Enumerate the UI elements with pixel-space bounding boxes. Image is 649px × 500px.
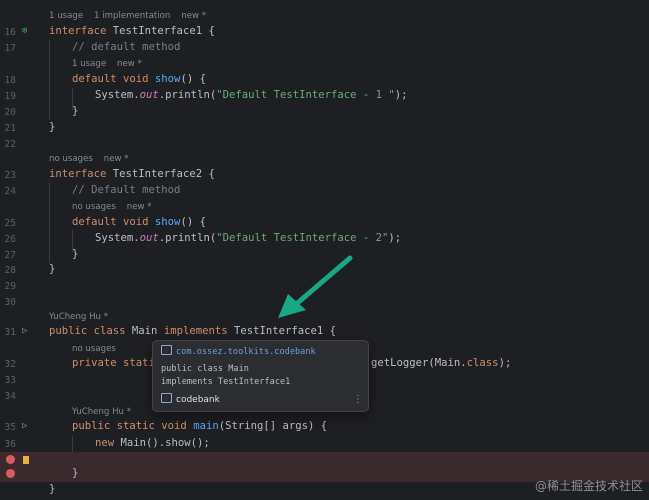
quick-doc-popup[interactable]: com.ossez.toolkits.codebank public class… xyxy=(152,340,369,412)
popup-package-row[interactable]: com.ossez.toolkits.codebank xyxy=(161,345,316,357)
line-number: 24 xyxy=(4,186,16,197)
line-number: 29 xyxy=(4,281,16,292)
line-number: 23 xyxy=(4,170,16,181)
line-number: 33 xyxy=(4,375,16,386)
line-number: 26 xyxy=(4,234,16,245)
popup-signature-line2: implements TestInterface1 xyxy=(161,377,290,387)
code-text: } xyxy=(72,467,79,479)
code-text: Main().show(); xyxy=(120,437,210,449)
line-number: 20 xyxy=(4,107,16,118)
line-number: 21 xyxy=(4,123,16,134)
method-name: show xyxy=(154,73,181,85)
more-options-icon[interactable]: ⋮ xyxy=(353,394,363,405)
keyword: implements xyxy=(163,325,234,337)
inlay-hint-usages[interactable]: 1 usage new * xyxy=(72,59,142,69)
line-number: 34 xyxy=(4,391,16,402)
comment: // default method xyxy=(72,41,181,53)
signature-text: implements TestInterface1 xyxy=(161,377,291,387)
line-number: 31 xyxy=(4,327,16,338)
inlay-hint-author[interactable]: YuCheng Hu * xyxy=(49,312,108,322)
code-text: () { xyxy=(180,216,206,228)
code-text: getLogger(Main. xyxy=(371,357,467,369)
method-name: show xyxy=(154,216,181,228)
code-text: .println( xyxy=(158,232,217,244)
package-name: com.ossez.toolkits.codebank xyxy=(176,347,316,357)
line-number: 28 xyxy=(4,265,16,276)
inlay-hint-author[interactable]: YuCheng Hu * xyxy=(72,407,131,417)
keyword: default void xyxy=(72,216,155,228)
code-text: () { xyxy=(180,73,206,85)
signature-text: public class Main xyxy=(161,364,249,374)
inlay-hint-usages[interactable]: no usages new * xyxy=(49,154,129,164)
module-icon xyxy=(161,393,172,403)
interface-name: TestInterface2 { xyxy=(112,168,215,180)
code-text: } xyxy=(72,248,79,260)
line-number: 30 xyxy=(4,297,16,308)
keyword: public static void xyxy=(72,420,194,432)
watermark: @稀土掘金技术社区 xyxy=(534,479,643,493)
static-field: out xyxy=(139,89,159,101)
method-name: main xyxy=(193,420,219,432)
line-number: 25 xyxy=(4,218,16,229)
class-name: Main xyxy=(131,325,164,337)
line-number: 17 xyxy=(4,43,16,54)
implemented-marker-icon[interactable]: ⊙ xyxy=(22,26,27,36)
code-text: System. xyxy=(95,232,140,244)
popup-signature-line1: public class Main xyxy=(161,364,249,374)
static-field: out xyxy=(139,232,159,244)
line-number: 35 xyxy=(4,422,16,433)
keyword: new xyxy=(95,437,121,449)
line-number: 19 xyxy=(4,91,16,102)
popup-module-row[interactable]: codebank xyxy=(161,393,220,405)
inlay-hint-usages[interactable]: no usages new * xyxy=(72,202,152,212)
code-text: } xyxy=(72,105,79,117)
code-text: ); xyxy=(498,357,512,369)
line-number: 22 xyxy=(4,139,16,150)
bookmark-icon[interactable] xyxy=(23,456,29,464)
annotation-arrow-icon xyxy=(278,255,353,318)
code-text: (String[] args) { xyxy=(218,420,328,432)
line-number: 16 xyxy=(4,27,16,38)
code-text: ); xyxy=(394,89,408,101)
run-icon[interactable]: ▷ xyxy=(22,421,27,431)
module-name: codebank xyxy=(176,395,220,405)
code-text: } xyxy=(49,483,56,495)
keyword: class xyxy=(466,357,499,369)
code-text: } xyxy=(49,263,56,275)
keyword: interface xyxy=(49,25,113,37)
line-number: 32 xyxy=(4,359,16,370)
line-number: 18 xyxy=(4,75,16,86)
string-literal: "Default TestInterface - 1 " xyxy=(216,89,395,101)
code-text: System. xyxy=(95,89,140,101)
breakpoint-icon[interactable] xyxy=(6,469,15,478)
inlay-hint-usages[interactable]: 1 usage 1 implementation new * xyxy=(49,11,206,21)
code-text: } xyxy=(49,121,56,133)
string-literal: "Default TestInterface - 2" xyxy=(216,232,389,244)
package-icon xyxy=(161,345,172,355)
breakpoint-icon[interactable] xyxy=(6,455,15,464)
code-text: ); xyxy=(388,232,402,244)
line-number: 27 xyxy=(4,250,16,261)
interface-name: TestInterface1 { xyxy=(112,25,215,37)
inlay-hint-usages[interactable]: no usages xyxy=(72,344,116,354)
keyword: interface xyxy=(49,168,113,180)
run-icon[interactable]: ▷ xyxy=(22,326,27,336)
line-number: 36 xyxy=(4,439,16,450)
keyword: default void xyxy=(72,73,155,85)
comment: // Default method xyxy=(72,184,181,196)
interface-name: TestInterface1 { xyxy=(233,325,337,337)
code-text: .println( xyxy=(158,89,217,101)
keyword: public class xyxy=(49,325,132,337)
